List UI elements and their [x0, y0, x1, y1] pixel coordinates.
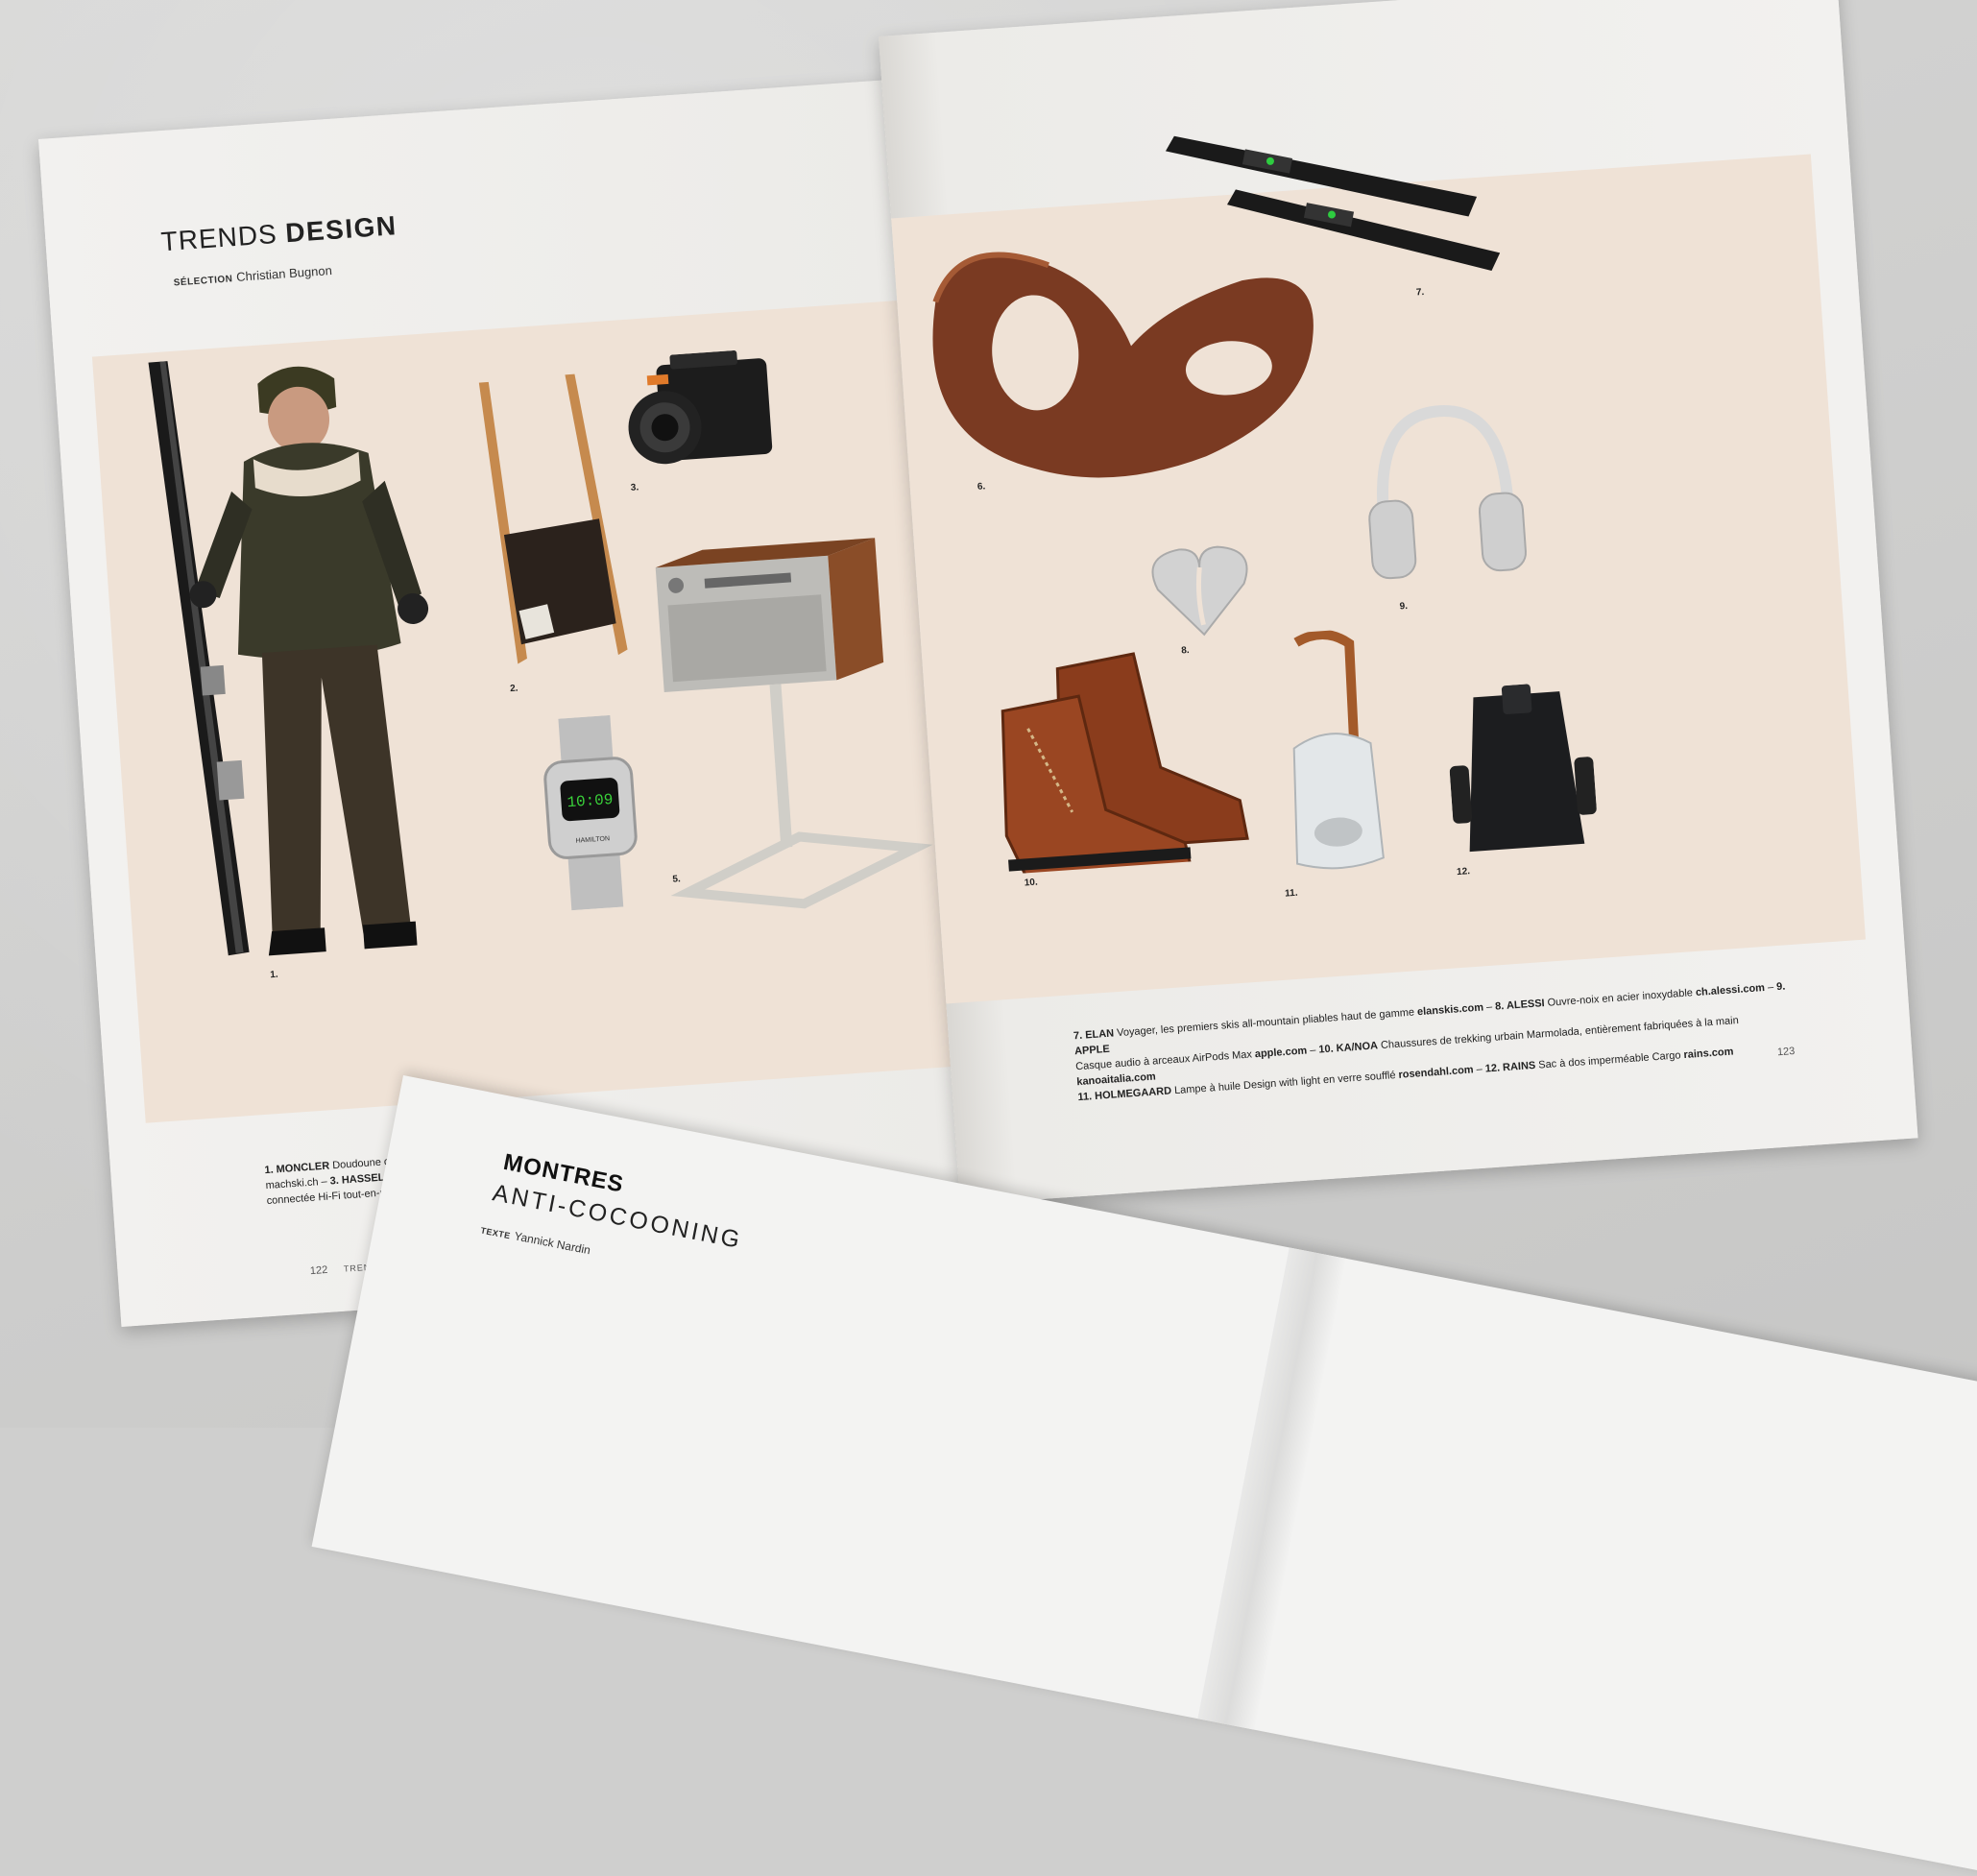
caption-url: rains.com: [1683, 1046, 1734, 1062]
item-number-5: 5.: [672, 874, 682, 885]
magazine-fold: [1197, 1247, 1346, 1730]
item-number-1: 1.: [269, 969, 279, 981]
item-number-7: 7.: [1415, 286, 1425, 299]
watch-image: 10:09 HAMILTON: [543, 714, 638, 911]
right-caption: 7. ELAN Voyager, les premiers skis all-m…: [1073, 977, 1806, 1105]
item-number-11: 11.: [1284, 887, 1298, 900]
item-number-10: 10.: [1024, 877, 1039, 889]
page-number-right: 123: [1776, 1045, 1796, 1059]
caption-url: rosendahl.com: [1398, 1064, 1475, 1081]
cover-byline-label: TEXTE: [479, 1225, 512, 1241]
right-page: 6. 7. 8. 9. 10. 11. 12. 7. ELAN Voyager,…: [878, 0, 1918, 1206]
camera-image: [628, 350, 773, 465]
radio-stand-image: [655, 538, 933, 909]
item-number-3: 3.: [630, 482, 639, 493]
item-number-2: 2.: [509, 683, 518, 695]
item-number-9: 9.: [1399, 600, 1409, 613]
caption-sep: –: [1306, 1044, 1319, 1057]
cover-byline-name: Yannick Nardin: [513, 1229, 592, 1258]
caption-text: Voyager, les premiers skis all-mountain …: [1113, 1006, 1418, 1040]
section-title-bold: DESIGN: [284, 210, 398, 249]
backpack-image: [1449, 684, 1597, 853]
skis-image: [1165, 135, 1501, 272]
skier-image: [148, 361, 429, 956]
caption-url: apple.com: [1254, 1045, 1308, 1061]
byline-name: Christian Bugnon: [235, 263, 333, 284]
caption-sep: –: [1764, 981, 1777, 994]
oil-lamp-image: [1292, 629, 1385, 870]
caption-url: ch.alessi.com: [1695, 982, 1766, 999]
headphones-image: [1368, 405, 1527, 580]
open-magazine: TRENDS DESIGN SÉLECTIONChristian Bugnon: [38, 0, 1949, 1330]
watch-display-text: 10:09: [567, 791, 614, 811]
page-number-left: 122: [309, 1263, 328, 1278]
section-title: TRENDS DESIGN: [160, 210, 398, 257]
caption-holmegaard: 11. HOLMEGAARD: [1077, 1085, 1172, 1104]
caption-sep: –: [1483, 1000, 1496, 1014]
section-title-regular: TRENDS: [159, 218, 287, 257]
item-number-6: 6.: [976, 481, 986, 493]
caption-elan: 7. ELAN: [1073, 1027, 1115, 1043]
boots-image: [1001, 652, 1249, 876]
selection-byline: SÉLECTION Christian Bugnon: [173, 263, 332, 289]
caption-kanoa: 10. KA/NOA: [1317, 1040, 1379, 1056]
caption-url: elanskis.com: [1416, 1001, 1484, 1019]
sled-image: [478, 373, 628, 664]
cover-byline: TEXTE Yannick Nardin: [479, 1223, 592, 1258]
nutcracker-image: [1151, 545, 1248, 637]
item-number-12: 12.: [1456, 866, 1471, 878]
byline-label: SÉLECTION: [173, 274, 233, 289]
caption-alessi: 8. ALESSI: [1494, 998, 1546, 1013]
caption-rains: 12. RAINS: [1484, 1059, 1536, 1075]
caption-text: Ouvre-noix en acier inoxydable: [1544, 987, 1697, 1010]
